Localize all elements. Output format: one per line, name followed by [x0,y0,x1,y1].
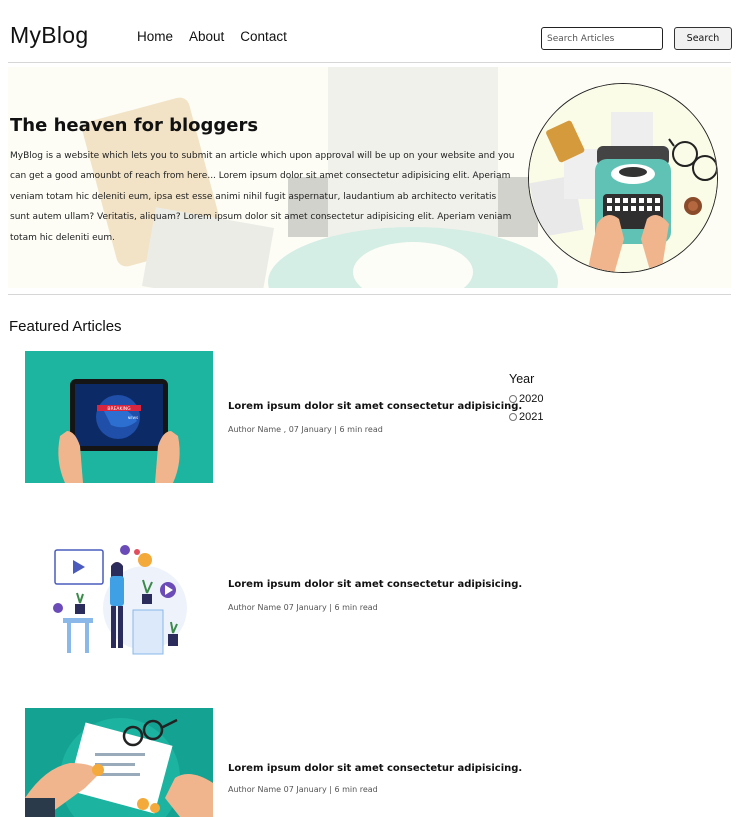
article-title[interactable]: Lorem ipsum dolor sit amet consectetur a… [228,763,522,774]
search-input[interactable] [541,27,663,50]
hero-divider [8,294,731,295]
tablet-breaking-news-icon: BREAKING NEWS [25,351,213,483]
article-meta: Author Name , 07 January | 6 min read [228,425,383,434]
article-thumbnail[interactable]: BREAKING NEWS [25,351,213,483]
article-title[interactable]: Lorem ipsum dolor sit amet consectetur a… [228,401,522,412]
nav-home-link[interactable]: Home [137,29,173,44]
nav-contact-link[interactable]: Contact [240,29,287,44]
featured-articles-heading: Featured Articles [9,318,122,335]
article-card[interactable]: BREAKING NEWS Lorem ipsum dolor sit amet… [25,351,522,484]
article-thumbnail[interactable] [25,538,213,660]
hero-typewriter-image [528,83,718,273]
article-card[interactable]: Lorem ipsum dolor sit amet consectetur a… [25,708,522,817]
year-radio-2020[interactable] [509,395,517,403]
main-nav: Home About Contact [137,29,287,44]
nav-about-link[interactable]: About [189,29,224,44]
breaking-news-text: BREAKING [107,406,131,412]
article-thumbnail[interactable] [25,708,213,817]
year-option-label: 2020 [519,393,544,405]
year-option-2021[interactable]: 2021 [509,411,543,423]
header: MyBlog Home About Contact Search [0,0,737,62]
article-card[interactable]: Lorem ipsum dolor sit amet consectetur a… [25,530,522,663]
year-option-2020[interactable]: 2020 [509,393,543,405]
hero-description: MyBlog is a website which lets you to su… [10,151,515,243]
year-filter-heading: Year [509,372,535,386]
article-meta: Author Name 07 January | 6 min read [228,603,378,612]
typewriter-illustration-icon [529,84,717,272]
year-option-label: 2021 [519,411,544,423]
year-radio-2021[interactable] [509,413,517,421]
article-meta: Author Name 07 January | 6 min read [228,785,378,794]
search-button[interactable]: Search [674,27,732,50]
woman-video-content-icon [25,538,213,660]
finance-documents-icon [25,708,213,817]
article-title[interactable]: Lorem ipsum dolor sit amet consectetur a… [228,579,522,590]
svg-text:NEWS: NEWS [128,416,139,420]
header-divider [8,62,731,63]
hero-title: The heaven for bloggers [10,115,259,136]
site-logo[interactable]: MyBlog [10,22,89,49]
year-filter: Year 2020 2021 [509,372,543,423]
